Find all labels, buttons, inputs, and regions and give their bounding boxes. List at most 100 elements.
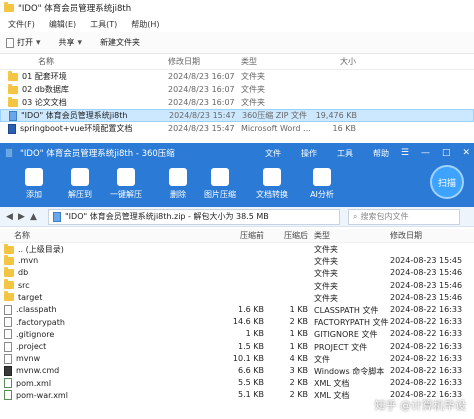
open-button[interactable]: 打开 ▾ [6, 37, 41, 48]
file-name-text: springboot+vue环境配置文档 [20, 124, 133, 133]
menu-file[interactable]: 文件(F) [8, 19, 35, 30]
file-type: 文件夹 [241, 85, 265, 94]
hamburger-icon[interactable]: ☰ [401, 148, 409, 158]
zip-row[interactable]: mvnw.cmd 6.6 KB 3 KB Windows 命令脚本 2024-08-22… [0, 365, 474, 377]
menu-help[interactable]: 帮助(H) [131, 19, 159, 30]
menu-tools[interactable]: 工具(T) [90, 19, 117, 30]
folder-icon [8, 70, 18, 81]
zip-row[interactable]: .mvn 文件夹 2024-08-23 15:45 [0, 254, 474, 267]
ai-icon [313, 168, 331, 186]
zip-menu-tools[interactable]: 工具 [337, 148, 353, 159]
zip-title-bar: "IDO" 体育会员管理系统ji8th - 360压缩 文件 操作 工具 帮助 … [0, 143, 474, 163]
zip-row[interactable]: pom.xml 5.5 KB 2 KB XML 文档 2024-08-22 16:33 [0, 377, 474, 389]
tool-add-button[interactable]: 添加 [14, 168, 54, 200]
explorer-row[interactable]: 03 论文文档 2024/8/23 16:07 文件夹 [0, 96, 474, 109]
file-date: 2024/8/23 16:07 [168, 98, 235, 107]
zip-file-compressed: 5.1 KB [238, 390, 264, 400]
zip-row[interactable]: src 文件夹 2024-08-23 15:46 [0, 279, 474, 292]
tool-label: 文档转换 [256, 190, 288, 199]
doc-convert-icon [263, 168, 281, 186]
extract-to-icon [71, 168, 89, 186]
zip-title: "IDO" 体育会员管理系统ji8th - 360压缩 [20, 149, 175, 159]
share-button[interactable]: 共享 ▾ [59, 37, 83, 48]
zip-row[interactable]: .project 1.5 KB 1 KB PROJECT 文件 2024-08-22 1… [0, 341, 474, 353]
explorer-toolbar: 打开 ▾ 共享 ▾ 新建文件夹 [0, 32, 474, 54]
zip-menu-file[interactable]: 文件 [265, 148, 281, 159]
zip-file-date: 2024-08-23 15:45 [390, 256, 463, 266]
zip-row[interactable]: .gitignore 1 KB 1 KB GITIGNORE 文件 2024-08-22… [0, 328, 474, 340]
zip-file-type: 文件夹 [314, 245, 338, 254]
folder-icon [8, 96, 18, 107]
zip-row[interactable]: .. (上级目录) 文件夹 [0, 243, 474, 255]
scan-button[interactable]: 扫描 [430, 165, 464, 199]
explorer-row[interactable]: 02 db数据库 2024/8/23 16:07 文件夹 [0, 83, 474, 96]
zip-address-bar: ◀ ▶ ▲ "IDO" 体育会员管理系统ji8th.zip - 解包大小为 38… [0, 207, 474, 227]
zip-file-date: 2024-08-22 16:33 [390, 341, 463, 351]
zip-toolbar: 扫描 添加 解压到 一键解压 删除 图片压缩 文档转换 AI分析 [0, 163, 474, 207]
zip-file-compressed: 6.6 KB [238, 365, 264, 375]
tool-ai-button[interactable]: AI分析 [302, 168, 342, 200]
folder-icon [4, 291, 14, 302]
zcol-date[interactable]: 修改日期 [390, 230, 422, 241]
zip-file-date: 2024-08-22 16:33 [390, 353, 463, 363]
zip-file-name-text: .project [16, 342, 47, 351]
col-type[interactable]: 类型 [241, 56, 257, 67]
zcol-original[interactable]: 压缩后 [266, 230, 308, 241]
zip-file-name: pom-war.xml [4, 390, 68, 401]
forward-icon[interactable]: ▶ [18, 212, 25, 222]
zcol-name[interactable]: 名称 [14, 230, 30, 241]
explorer-file-list: 01 配套环境 2024/8/23 16:07 文件夹 02 db数据库 2024/8/… [0, 70, 474, 135]
new-folder-button[interactable]: 新建文件夹 [100, 37, 140, 48]
zip-menu-operate[interactable]: 操作 [301, 148, 317, 159]
file-icon [4, 329, 12, 340]
explorer-row[interactable]: "IDO" 体育会员管理系统ji8th 2024/8/23 15:47 360压缩 … [0, 109, 474, 122]
tool-delete-button[interactable]: 删除 [158, 168, 198, 200]
zip-file-name: .classpath [4, 304, 57, 315]
zip-file-name: .. (上级目录) [4, 243, 64, 255]
col-date[interactable]: 修改日期 [168, 56, 200, 67]
cmd-file-icon [4, 365, 12, 376]
tool-extract-to-button[interactable]: 解压到 [60, 168, 100, 200]
zip-row[interactable]: db 文件夹 2024-08-23 15:46 [0, 266, 474, 279]
file-type: 文件夹 [241, 98, 265, 107]
zip-file-type: CLASSPATH 文件 [314, 305, 379, 315]
zip-file-name-text: db [18, 268, 29, 278]
file-date: 2024/8/23 15:47 [168, 124, 235, 133]
search-input[interactable]: ⌕ 搜索包内文件 [348, 208, 460, 225]
close-icon[interactable]: ✕ [462, 148, 470, 158]
menu-edit[interactable]: 编辑(E) [49, 19, 76, 30]
col-size[interactable]: 大小 [300, 56, 356, 67]
zip-menu-help[interactable]: 帮助 [373, 148, 389, 159]
zip-row[interactable]: .classpath 1.6 KB 1 KB CLASSPATH 文件 2024-08-… [0, 304, 474, 316]
minimize-icon[interactable]: — [421, 148, 430, 158]
tool-image-compress-button[interactable]: 图片压缩 [200, 168, 240, 200]
zip-file-original: 1 KB [289, 304, 308, 314]
maximize-icon[interactable]: □ [442, 148, 451, 158]
zip-file-original: 1 KB [289, 341, 308, 351]
zcol-compressed[interactable]: 压缩前 [220, 230, 264, 241]
zip-row[interactable]: .factorypath 14.6 KB 2 KB FACTORYPATH 文件 202… [0, 316, 474, 328]
zip-file-name-text: .classpath [16, 305, 57, 315]
chevron-down-icon: ▾ [36, 37, 41, 48]
col-name[interactable]: 名称 [38, 56, 54, 67]
zip-file-name: .gitignore [4, 329, 54, 340]
zcol-type[interactable]: 类型 [314, 230, 330, 241]
tool-one-click-extract-button[interactable]: 一键解压 [106, 168, 146, 200]
zip-row[interactable]: mvnw 10.1 KB 4 KB 文件 2024-08-22 16:33 [0, 353, 474, 365]
back-icon[interactable]: ◀ [6, 212, 13, 222]
tool-doc-convert-button[interactable]: 文档转换 [252, 168, 292, 200]
zip-file-date: 2024-08-22 16:33 [390, 304, 463, 314]
up-icon[interactable]: ▲ [30, 212, 37, 222]
address-field[interactable]: "IDO" 体育会员管理系统ji8th.zip - 解包大小为 38.5 MB [48, 208, 340, 225]
zip-file-name: .project [4, 341, 47, 352]
explorer-row[interactable]: springboot+vue环境配置文档 2024/8/23 15:47 Micro… [0, 122, 474, 135]
zip-file-name-text: target [18, 292, 43, 302]
zip-file-name-text: pom.xml [16, 378, 52, 388]
zip-row[interactable]: target 文件夹 2024-08-23 15:46 [0, 291, 474, 304]
zip-window: "IDO" 体育会员管理系统ji8th - 360压缩 文件 操作 工具 帮助 … [0, 143, 474, 419]
zip-file-original: 2 KB [289, 390, 308, 400]
word-doc-icon [8, 123, 16, 134]
file-name-text: 01 配套环境 [22, 72, 67, 81]
zip-file-name-text: pom-war.xml [16, 390, 68, 400]
explorer-row[interactable]: 01 配套环境 2024/8/23 16:07 文件夹 [0, 70, 474, 83]
